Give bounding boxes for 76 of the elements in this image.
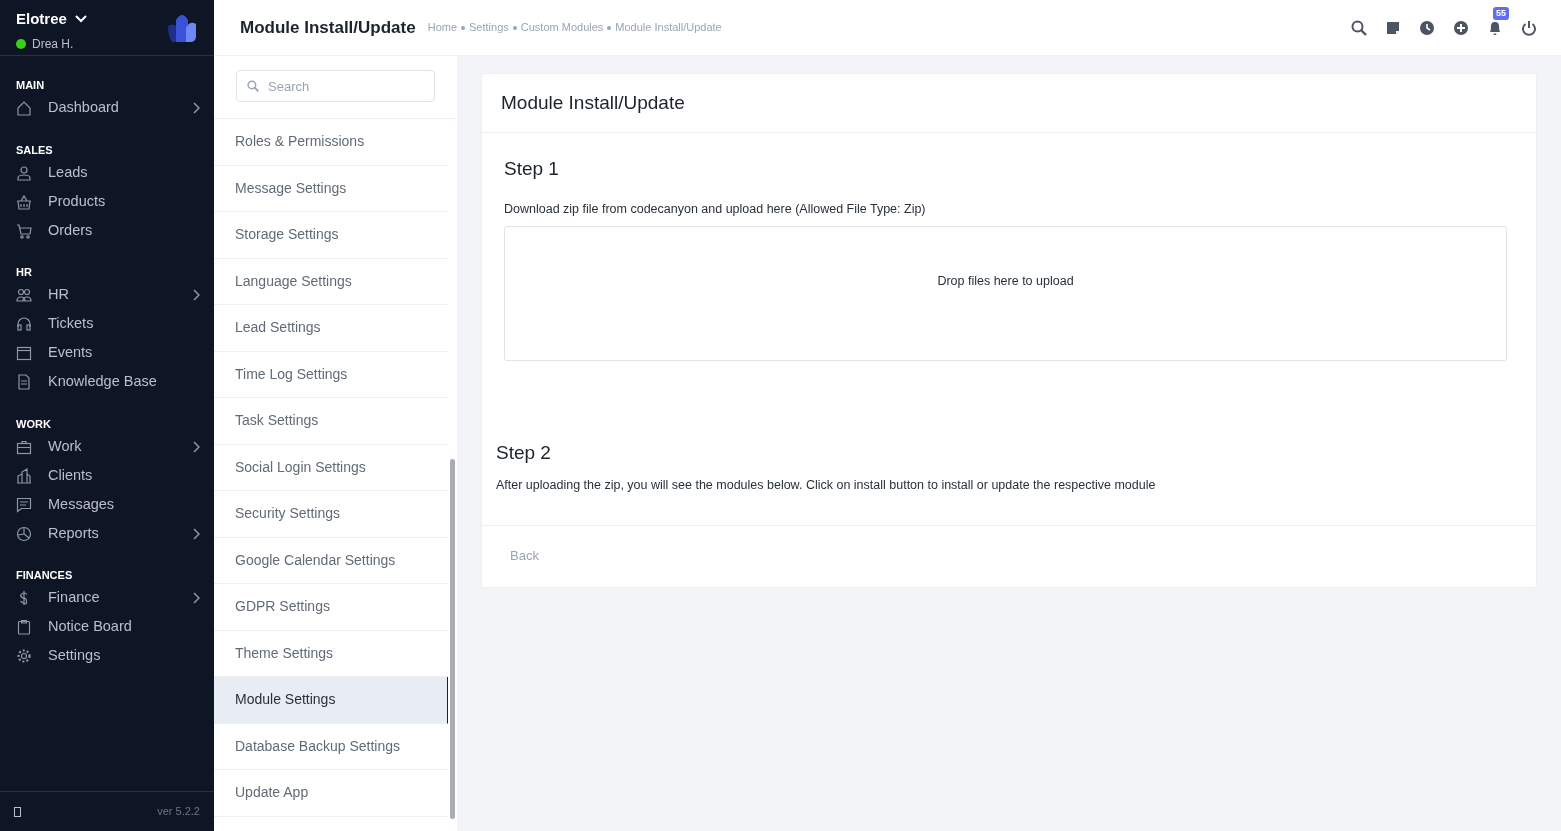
document-icon	[16, 374, 32, 390]
settings-menu-item[interactable]: Roles & Permissions	[214, 119, 448, 166]
settings-menu-item[interactable]: Task Settings	[214, 398, 448, 445]
rectangle-icon[interactable]	[14, 806, 21, 817]
gear-icon	[16, 648, 32, 664]
nav-section-heading: SALES	[15, 142, 54, 158]
message-icon	[16, 496, 32, 513]
notification-count: 55	[1493, 7, 1509, 20]
settings-menu-item[interactable]: Google Calendar Settings	[214, 537, 448, 584]
file-dropzone[interactable]: Drop files here to upload	[504, 226, 1507, 362]
chevron-down-icon[interactable]	[74, 15, 87, 24]
people-icon	[16, 287, 32, 303]
clock-icon[interactable]	[1419, 19, 1435, 36]
step-description: Download zip file from codecanyon and upload here (Allowed File Type: Zip)	[504, 200, 927, 218]
calendar-icon	[16, 345, 32, 361]
settings-menu-item[interactable]: Lead Settings	[214, 305, 448, 352]
bell-icon[interactable]	[1487, 20, 1503, 37]
scrollbar-thumb[interactable]	[450, 459, 455, 819]
pie-chart-icon	[16, 525, 32, 542]
nav-item[interactable]: Leads	[0, 158, 214, 187]
chevron-right-icon	[193, 102, 200, 114]
settings-menu-item[interactable]: Module Settings	[214, 677, 448, 724]
settings-menu-item[interactable]: Security Settings	[214, 491, 448, 538]
headset-icon	[16, 316, 32, 332]
nav-section-heading: WORK	[15, 416, 52, 432]
step-title: Step 2	[496, 441, 552, 466]
user-name: Drea H.	[32, 35, 74, 53]
chevron-right-icon	[193, 289, 200, 301]
nav-item[interactable]: Clients	[0, 461, 214, 490]
briefcase-icon	[16, 438, 32, 455]
add-icon[interactable]	[1453, 19, 1469, 36]
settings-menu-item[interactable]: Database Backup Settings	[214, 723, 448, 770]
chevron-right-icon	[193, 527, 200, 540]
person-icon	[16, 164, 32, 181]
nav-item[interactable]: HR	[0, 280, 214, 310]
dropzone-text: Drop files here to upload	[937, 273, 1074, 291]
buildings-icon	[16, 467, 32, 484]
chevron-right-icon	[193, 592, 200, 604]
settings-menu-item[interactable]: Social Login Settings	[214, 444, 448, 491]
nav-section-heading: MAIN	[15, 78, 46, 93]
nav-item[interactable]: Settings	[0, 641, 214, 671]
nav-item[interactable]: Messages	[0, 490, 214, 519]
nav-section-heading: HR	[15, 265, 33, 280]
nav-item[interactable]: Events	[0, 338, 214, 368]
card-title: Module Install/Update	[501, 90, 685, 115]
workspace-name: Elotree	[16, 9, 67, 29]
cart-icon	[16, 222, 32, 239]
step-description: After uploading the zip, you will see the modules below. Click on install button to install or update the respective module	[496, 476, 1157, 494]
sticky-note-icon[interactable]	[1385, 19, 1401, 36]
step-title: Step 1	[504, 157, 560, 181]
nav-item[interactable]: Dashboard	[0, 93, 214, 123]
search-field[interactable]: Search	[236, 70, 435, 102]
chevron-right-icon	[193, 440, 200, 453]
settings-menu-item[interactable]: Storage Settings	[214, 212, 448, 259]
nav-item[interactable]: Finance	[0, 583, 214, 613]
nav-item[interactable]: Reports	[0, 519, 214, 548]
version-text: ver 5.2.2	[157, 804, 200, 820]
settings-menu-item[interactable]: Message Settings	[214, 165, 448, 212]
power-icon[interactable]	[1521, 19, 1537, 36]
nav-item[interactable]: Products	[0, 187, 214, 216]
clipboard-icon	[16, 619, 32, 635]
page-title: Module Install/Update	[240, 16, 416, 39]
settings-menu-item[interactable]: Update App	[214, 770, 448, 817]
nav-item[interactable]: Work	[0, 432, 214, 461]
home-icon	[16, 100, 32, 116]
settings-menu-item[interactable]: Language Settings	[214, 258, 448, 305]
logo-icon	[166, 12, 198, 42]
basket-icon	[16, 193, 32, 210]
nav-item[interactable]: Knowledge Base	[0, 367, 214, 397]
settings-menu-item[interactable]: Time Log Settings	[214, 351, 448, 398]
nav-section-heading: FINANCES	[15, 568, 74, 583]
search-icon[interactable]	[1351, 19, 1367, 36]
nav-item[interactable]: Orders	[0, 216, 214, 245]
settings-menu-item[interactable]: GDPR Settings	[214, 584, 448, 631]
nav-item[interactable]: Tickets	[0, 309, 214, 339]
nav-item[interactable]: Notice Board	[0, 612, 214, 642]
